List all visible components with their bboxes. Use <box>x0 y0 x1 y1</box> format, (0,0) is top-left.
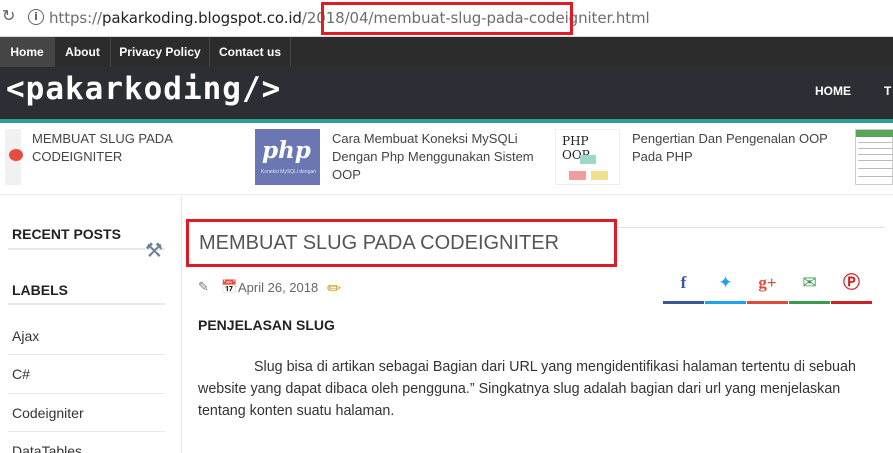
mainnav-home[interactable]: HOME <box>815 84 851 98</box>
reload-icon[interactable]: ↻ <box>2 8 16 24</box>
calendar-icon: 📅 <box>221 280 238 295</box>
sidebar: RECENT POSTS ⚒ LABELS Ajax C# Codeignite… <box>0 195 182 453</box>
php-thumbnail-caption: Koneksi MySQLi dengan OOP <box>261 169 316 175</box>
share-underline <box>831 301 872 304</box>
thumbnail-row <box>858 154 892 155</box>
diagram-box <box>580 155 596 164</box>
post-date: April 26, 2018 <box>238 280 319 295</box>
php-logo-text: php <box>262 137 311 164</box>
diagram-box <box>591 171 608 180</box>
share-underline <box>705 301 746 304</box>
sidebar-divider <box>8 303 165 305</box>
topnav-about[interactable]: About <box>55 37 110 67</box>
address-bar: ↻ i https://pakarkoding.blogspot.co.id/2… <box>0 0 893 37</box>
label-divider <box>8 431 165 432</box>
tools-icon: ⚒ <box>145 238 163 262</box>
featured-post-title[interactable]: Pengertian Dan Pengenalan OOP Pada PHP <box>632 130 837 166</box>
label-divider <box>8 354 165 355</box>
label-divider <box>8 393 165 394</box>
share-underline <box>663 301 704 304</box>
label-link-ajax[interactable]: Ajax <box>12 328 39 344</box>
thumbnail-row <box>858 176 892 177</box>
featured-post-title[interactable]: MEMBUAT SLUG PADA CODEIGNITER <box>32 130 212 166</box>
recent-posts-heading: RECENT POSTS <box>12 226 121 242</box>
sidebar-divider <box>8 248 165 250</box>
share-underline <box>747 301 788 304</box>
email-icon: ✉ <box>802 273 817 293</box>
share-underline <box>789 301 830 304</box>
php-oop-thumbnail[interactable]: PHP OOP <box>555 129 620 185</box>
featured-thumbnail[interactable] <box>5 129 23 185</box>
pinterest-icon: Ⓟ <box>843 273 860 293</box>
php-thumbnail[interactable]: php Koneksi MySQLi dengan OOP <box>255 129 320 185</box>
share-twitter-button[interactable]: ✦ <box>705 268 746 304</box>
section-heading: PENJELASAN SLUG <box>198 317 335 333</box>
featured-post-title[interactable]: Cara Membuat Koneksi MySQLi Dengan Php M… <box>332 130 542 184</box>
thumbnail-row <box>858 148 892 149</box>
topnav-privacy-policy[interactable]: Privacy Policy <box>111 37 209 67</box>
title-divider <box>617 227 885 228</box>
mainnav-next-item[interactable]: T <box>884 84 891 98</box>
label-link-codeigniter[interactable]: Codeigniter <box>12 405 84 421</box>
label-link-datatables[interactable]: DataTables <box>12 443 82 453</box>
share-facebook-button[interactable]: f <box>663 268 704 304</box>
url-slug-highlight-box <box>321 2 573 35</box>
post-paragraph: Slug bisa di artikan sebagai Bagian dari… <box>198 359 856 419</box>
thumbnail-row <box>858 168 892 169</box>
spreadsheet-thumbnail[interactable] <box>855 129 893 185</box>
share-google-plus-button[interactable]: g+ <box>747 268 788 304</box>
thumbnail-header <box>856 130 893 137</box>
topnav-divider <box>290 37 291 67</box>
pencil-icon[interactable]: ✏ <box>327 279 341 299</box>
labels-heading: LABELS <box>12 282 68 298</box>
site-info-icon[interactable]: i <box>28 9 44 25</box>
top-navigation: Home About Privacy Policy Contact us <box>0 37 893 67</box>
thumbnail-row <box>858 142 892 143</box>
post-title-highlight-box <box>186 219 617 267</box>
google-plus-icon: g+ <box>758 273 777 292</box>
topnav-contact-us[interactable]: Contact us <box>210 37 290 67</box>
thumbnail-graphic <box>9 149 23 161</box>
share-email-button[interactable]: ✉ <box>789 268 830 304</box>
facebook-icon: f <box>680 273 687 292</box>
url-host: pakarkoding.blogspot.co.id <box>101 9 302 27</box>
url-prefix: https:// <box>49 9 102 27</box>
share-pinterest-button[interactable]: Ⓟ <box>831 268 872 304</box>
thumbnail-row <box>858 160 892 161</box>
twitter-icon: ✦ <box>718 273 733 293</box>
label-link-csharp[interactable]: C# <box>12 366 30 382</box>
topnav-home[interactable]: Home <box>0 37 54 67</box>
edit-icon[interactable]: ✎ <box>198 280 214 295</box>
diagram-box <box>569 171 586 180</box>
site-logo[interactable]: <pakarkoding/> <box>6 71 281 107</box>
site-header: <pakarkoding/> HOME T <box>0 67 893 119</box>
featured-posts-strip: MEMBUAT SLUG PADA CODEIGNITER php Koneks… <box>0 123 893 195</box>
